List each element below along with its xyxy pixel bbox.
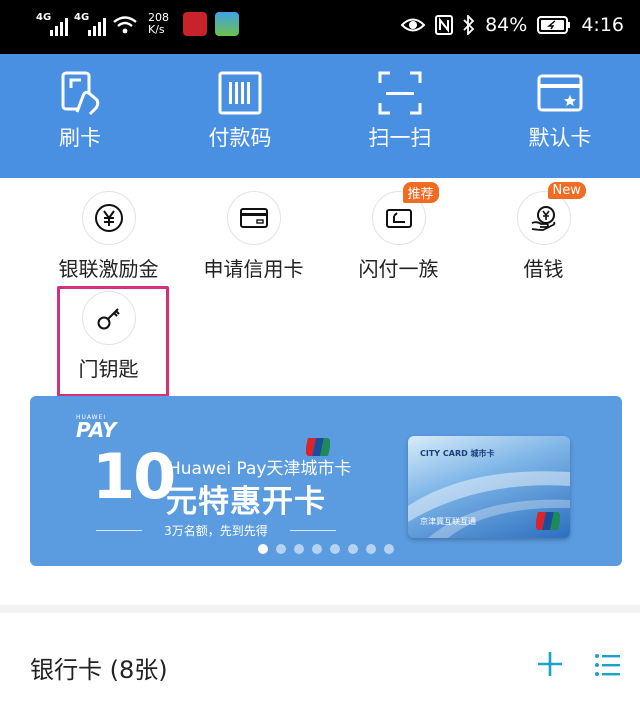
service-label: 借钱 bbox=[523, 257, 564, 281]
nfc-icon bbox=[435, 15, 454, 35]
promo-banner[interactable]: HUAWEI PAY 10 Huawei Pay天津城市卡 元特惠开卡 3万名额… bbox=[30, 396, 622, 566]
swipe-card-button[interactable]: 刷卡 bbox=[0, 54, 160, 178]
cell-signal-icon: 4G bbox=[36, 12, 68, 36]
service-label: 银联激励金 bbox=[58, 257, 159, 281]
notification-app-icon bbox=[183, 12, 207, 36]
payment-code-button[interactable]: 付款码 bbox=[160, 54, 320, 178]
speed-unit: K/s bbox=[148, 23, 165, 36]
recommend-badge: 推荐 bbox=[402, 182, 439, 203]
list-icon[interactable] bbox=[594, 652, 620, 678]
battery-icon bbox=[537, 16, 571, 34]
default-card-label: 默认卡 bbox=[528, 126, 592, 150]
logo-pay-text: PAY bbox=[76, 418, 117, 442]
barcode-icon bbox=[218, 71, 262, 115]
unionpay-logo bbox=[536, 512, 560, 530]
status-bar: 4G 4G 208 K/s 84% 4:16 bbox=[0, 0, 640, 54]
carousel-dot[interactable] bbox=[384, 544, 394, 554]
banner-line2: 元特惠开卡 bbox=[166, 484, 326, 520]
carousel-dot[interactable] bbox=[294, 544, 304, 554]
city-card-image: CITY CARD 城市卡 京津冀互联互通 bbox=[408, 436, 570, 538]
carousel-dot[interactable] bbox=[276, 544, 286, 554]
bank-cards-title: 银行卡 (8张) bbox=[30, 656, 168, 684]
credit-card-icon bbox=[239, 208, 268, 228]
service-icon-circle: New bbox=[516, 182, 586, 245]
highlight-box bbox=[57, 286, 169, 397]
card-title: CITY CARD 城市卡 bbox=[420, 449, 495, 458]
scan-label: 扫一扫 bbox=[368, 126, 432, 150]
plus-icon[interactable] bbox=[536, 650, 564, 678]
quickpass-icon bbox=[385, 209, 412, 228]
quick-actions-bar: 刷卡 付款码 扫一扫 默认卡 bbox=[0, 54, 640, 178]
service-item-borrow-money[interactable]: New 借钱 bbox=[471, 182, 616, 282]
cell-signal-icon: 4G bbox=[74, 12, 106, 36]
service-item-apply-credit-card[interactable]: 申请信用卡 bbox=[181, 191, 326, 282]
new-badge: New bbox=[547, 182, 586, 199]
carousel-dot[interactable] bbox=[312, 544, 322, 554]
bluetooth-icon bbox=[463, 15, 475, 35]
carousel-dot[interactable] bbox=[348, 544, 358, 554]
card-subtitle: 京津冀互联互通 bbox=[420, 517, 476, 526]
scan-button[interactable]: 扫一扫 bbox=[320, 54, 480, 178]
network-speed: 208 K/s bbox=[148, 12, 169, 36]
service-icon-circle: 推荐 bbox=[371, 182, 439, 245]
swipe-card-label: 刷卡 bbox=[59, 126, 101, 150]
payment-code-label: 付款码 bbox=[208, 126, 272, 150]
section-divider bbox=[0, 605, 640, 613]
banner-big-number: 10 bbox=[92, 440, 176, 513]
network-type: 4G bbox=[74, 12, 90, 23]
scan-icon bbox=[378, 71, 422, 115]
wifi-icon bbox=[113, 16, 137, 34]
banner-subtitle: 3万名额，先到先得 bbox=[96, 522, 336, 539]
service-label: 闪付一族 bbox=[358, 257, 439, 281]
eye-icon bbox=[401, 18, 426, 32]
carousel-dot[interactable] bbox=[366, 544, 376, 554]
huawei-pay-logo: HUAWEI PAY bbox=[76, 414, 117, 442]
loan-hand-icon bbox=[531, 206, 555, 231]
service-item-quickpass[interactable]: 推荐 闪付一族 bbox=[326, 182, 471, 282]
notification-app-icon bbox=[215, 12, 239, 36]
service-icon-circle bbox=[81, 191, 136, 245]
yuan-coin-icon bbox=[94, 204, 123, 232]
carousel-dot[interactable] bbox=[258, 544, 268, 554]
carousel-indicator[interactable] bbox=[258, 544, 394, 554]
default-card-button[interactable]: 默认卡 bbox=[480, 54, 640, 178]
default-card-icon bbox=[537, 74, 583, 112]
network-type: 4G bbox=[36, 12, 52, 23]
clock: 4:16 bbox=[581, 14, 624, 36]
card-tap-icon bbox=[61, 71, 100, 116]
service-item-unionpay-rewards[interactable]: 银联激励金 bbox=[36, 191, 181, 282]
battery-percent: 84% bbox=[485, 14, 528, 36]
service-label: 申请信用卡 bbox=[203, 257, 304, 281]
carousel-dot[interactable] bbox=[330, 544, 340, 554]
service-icon-circle bbox=[226, 191, 281, 245]
